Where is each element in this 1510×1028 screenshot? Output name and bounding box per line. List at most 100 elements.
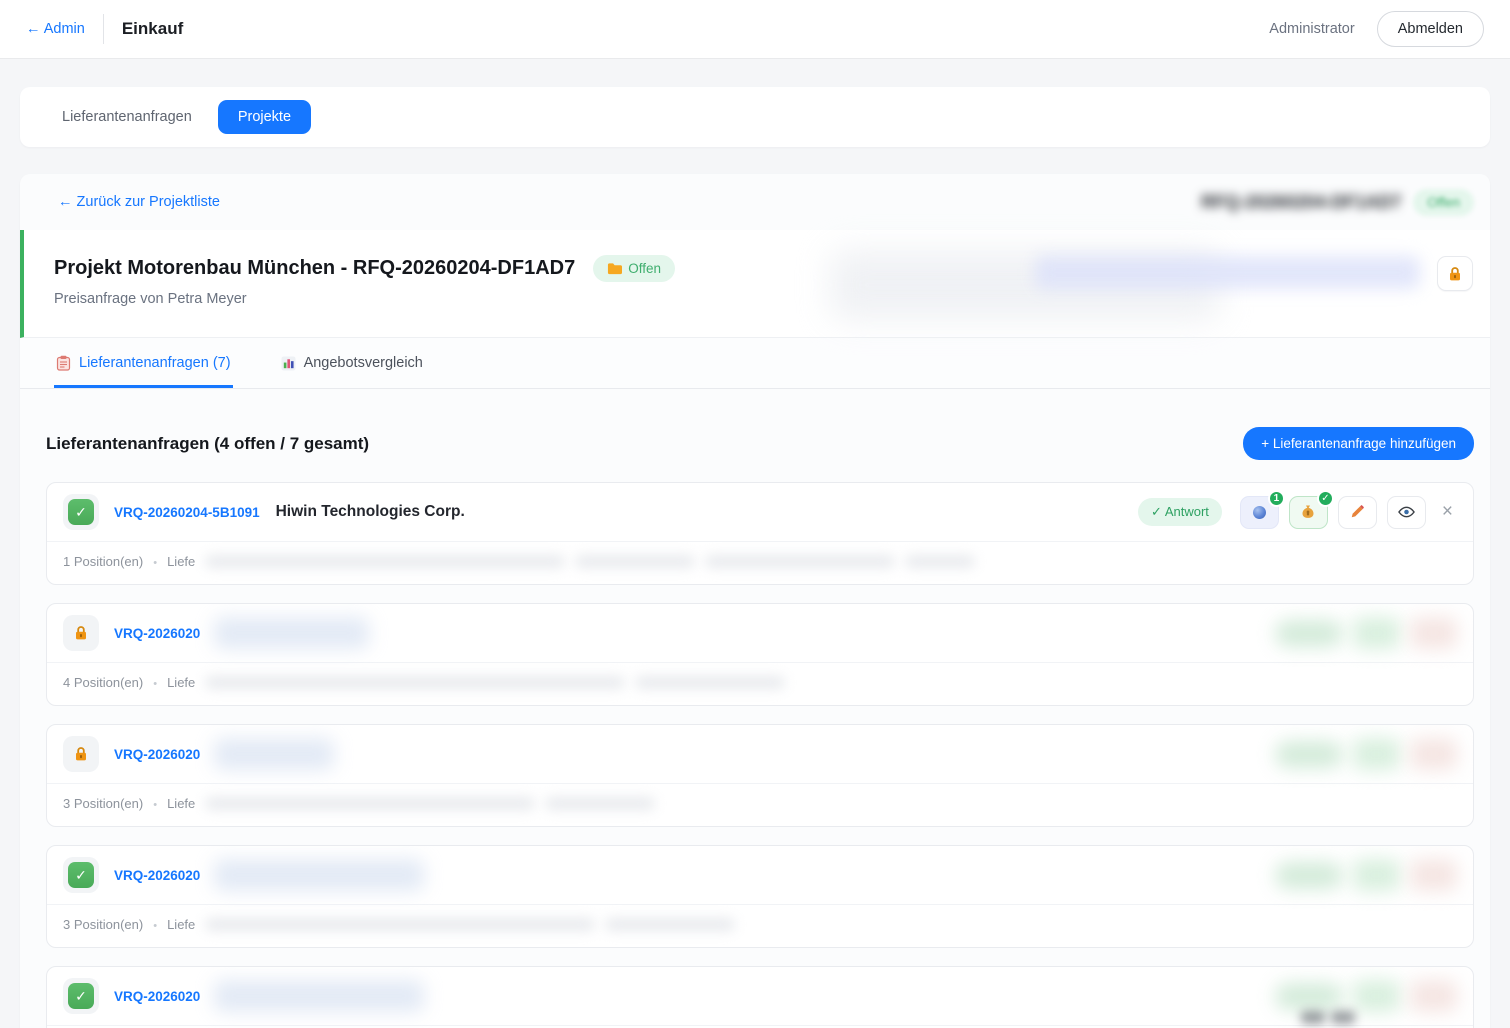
header-divider — [103, 14, 104, 44]
tab-supplier-requests[interactable]: Lieferantenanfragen (7) — [54, 338, 233, 388]
redacted-badge — [1275, 620, 1343, 647]
add-supplier-request-button[interactable]: + Lieferantenanfrage hinzufügen — [1243, 427, 1474, 460]
redacted-meta — [205, 676, 625, 689]
view-button[interactable] — [1387, 496, 1426, 529]
lock-button[interactable] — [1437, 256, 1473, 291]
positions-count: 4 Position(en) — [63, 675, 143, 690]
redacted-supplier-name — [214, 859, 424, 891]
redacted-supplier-name — [214, 980, 424, 1012]
supplier-request-row: VRQ-2026020 3 Position(en) Liefe — [46, 724, 1474, 827]
meta-separator — [153, 917, 157, 932]
answer-badge: ✓ Antwort — [1138, 498, 1222, 526]
tab-supplier-requests-label: Lieferantenanfragen (7) — [79, 355, 231, 371]
redacted-meta — [605, 918, 735, 931]
request-id-link[interactable]: VRQ-2026020 — [114, 626, 200, 641]
page-title: Einkauf — [122, 19, 183, 39]
lock-icon — [73, 625, 89, 641]
back-to-admin-link[interactable]: ← Admin — [26, 21, 85, 37]
tab-offer-comparison[interactable]: Angebotsvergleich — [279, 338, 425, 388]
redacted-badge — [1275, 741, 1343, 768]
positions-count: 1 Position(en) — [63, 554, 143, 569]
redacted-button — [1410, 859, 1457, 891]
meta-prefix: Liefe — [167, 917, 195, 932]
status-checked-icon: ✓ — [63, 494, 99, 530]
tab-lieferantenanfragen[interactable]: Lieferantenanfragen — [62, 109, 192, 125]
meta-separator — [153, 796, 157, 811]
redacted-meta — [205, 918, 595, 931]
pencil-icon — [1350, 505, 1364, 519]
list-heading: Lieferantenanfragen (4 offen / 7 gesamt) — [46, 434, 369, 454]
positions-count: 3 Position(en) — [63, 917, 143, 932]
lock-icon — [1447, 266, 1463, 282]
supplier-request-row: VRQ-2026020 4 Position(en) Liefe — [46, 603, 1474, 706]
status-checked-icon: ✓ — [63, 978, 99, 1014]
supplier-request-row: ✓ VRQ-2026020 2 Position(en) Lieferant: … — [46, 966, 1474, 1028]
redacted-meta — [635, 676, 785, 689]
project-title: Projekt Motorenbau München - RFQ-2026020… — [54, 257, 575, 280]
redacted-button — [1410, 617, 1457, 649]
supplier-name: Hiwin Technologies Corp. — [276, 503, 465, 521]
redacted-button — [1353, 980, 1400, 1012]
project-header: Projekt Motorenbau München - RFQ-2026020… — [20, 230, 1490, 338]
back-to-project-list-link[interactable]: ← Zurück zur Projektliste — [58, 194, 220, 210]
clipboard-icon — [56, 355, 71, 371]
edit-button[interactable] — [1338, 496, 1377, 529]
logout-button[interactable]: Abmelden — [1377, 11, 1484, 47]
supplier-request-row: ✓ VRQ-2026020 3 Position(en) Liefe — [46, 845, 1474, 948]
redacted-share-link — [1035, 256, 1420, 289]
meta-prefix: Liefe — [167, 675, 195, 690]
redacted-meta — [705, 555, 895, 568]
app-header: ← Admin Einkauf Administrator Abmelden — [0, 0, 1510, 59]
redacted-control — [1301, 1011, 1325, 1024]
redacted-button — [1410, 738, 1457, 770]
request-id-link[interactable]: VRQ-2026020 — [114, 868, 200, 883]
request-id-link[interactable]: VRQ-2026020 — [114, 989, 200, 1004]
folder-icon — [607, 262, 622, 275]
redacted-supplier-name — [214, 617, 369, 649]
redacted-meta — [205, 797, 535, 810]
redacted-status-badge: Offen — [1413, 189, 1474, 216]
status-locked-icon — [63, 615, 99, 651]
redacted-badge — [1275, 862, 1343, 889]
project-status-label: Offen — [628, 261, 661, 276]
tab-projekte[interactable]: Projekte — [218, 100, 311, 134]
attachment-count-badge: 1 — [1268, 490, 1285, 507]
redacted-button — [1353, 738, 1400, 770]
tab-offer-comparison-label: Angebotsvergleich — [304, 355, 423, 371]
offer-button[interactable]: ✓ — [1289, 496, 1328, 529]
status-locked-icon — [63, 736, 99, 772]
redacted-meta — [905, 555, 975, 568]
redacted-control — [1331, 1011, 1355, 1024]
redacted-meta — [575, 555, 695, 568]
request-id-link[interactable]: VRQ-2026020 — [114, 747, 200, 762]
lock-icon — [73, 746, 89, 762]
redacted-supplier-name — [214, 738, 334, 770]
status-checked-icon: ✓ — [63, 857, 99, 893]
project-status-badge: Offen — [593, 255, 675, 282]
redacted-meta — [205, 555, 565, 568]
meta-prefix: Liefe — [167, 554, 195, 569]
offer-check-badge: ✓ — [1317, 490, 1334, 507]
user-role-label: Administrator — [1269, 21, 1354, 37]
money-bag-icon — [1300, 504, 1316, 520]
positions-count: 3 Position(en) — [63, 796, 143, 811]
redacted-button — [1353, 859, 1400, 891]
meta-separator — [153, 675, 157, 690]
section-switcher: Lieferantenanfragen Projekte — [20, 87, 1490, 147]
remove-row-button[interactable]: × — [1438, 501, 1457, 523]
redacted-badge — [1275, 983, 1343, 1010]
redacted-button — [1353, 617, 1400, 649]
project-tabs: Lieferantenanfragen (7) Angebotsvergleic… — [20, 338, 1490, 389]
supplier-request-row: ✓ VRQ-20260204-5B1091 Hiwin Technologies… — [46, 482, 1474, 585]
eye-icon — [1398, 506, 1415, 518]
redacted-button — [1410, 980, 1457, 1012]
redacted-project-reference: RFQ-20260204-DF1AD7 — [1201, 192, 1401, 213]
meta-separator — [153, 554, 157, 569]
meta-prefix: Liefe — [167, 796, 195, 811]
attachment-icon — [1253, 506, 1266, 519]
request-id-link[interactable]: VRQ-20260204-5B1091 — [114, 505, 260, 520]
project-detail-card: ← Zurück zur Projektliste RFQ-20260204-D… — [20, 174, 1490, 1028]
bar-chart-icon — [281, 356, 296, 371]
redacted-meta — [545, 797, 655, 810]
attachments-button[interactable]: 1 — [1240, 496, 1279, 529]
